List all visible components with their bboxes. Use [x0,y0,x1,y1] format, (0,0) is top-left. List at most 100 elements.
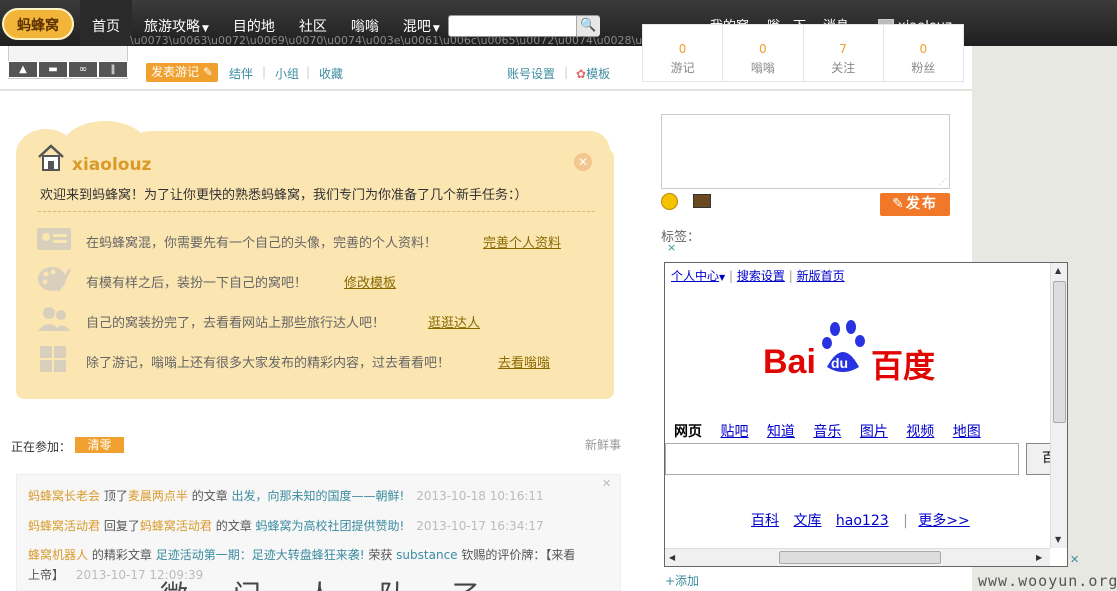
baidu-tabs: 网页 贴吧 知道 音乐 图片 视频 地图 [674,421,995,441]
account-settings-link[interactable]: 账号设置 [507,65,555,82]
add-tag-link[interactable]: +添加 [665,572,699,589]
resize-grip-icon[interactable]: ⋰ [939,177,947,186]
nav-home-label: 首页 [92,19,120,35]
feed-article-link[interactable]: 足迹活动第一期：足迹大转盘蜂狂来袭! [156,548,365,562]
divider: | [262,65,267,79]
more-link[interactable]: 更多>> [918,513,969,529]
bicycle-icon[interactable]: ∞ [68,61,98,78]
fresh-news-link[interactable]: 新鲜事 [585,436,621,453]
image-icon[interactable] [693,194,711,208]
baidu-top-links: 个人中心▼ | 搜索设置 | 新版首页 [671,267,845,284]
travel-mode-icons: ▲ ▬ ∞ ‖ [8,61,128,78]
task-text: 在蚂蜂窝混，你需要先有一个自己的头像，完善的个人资料！ [86,236,438,251]
post-textarea[interactable]: ⋰ [661,114,950,189]
wenku-link[interactable]: 文库 [793,513,821,529]
new-homepage-link[interactable]: 新版首页 [797,269,845,283]
nav-home[interactable]: 首页 [80,0,132,46]
feed-user[interactable]: 蚂蜂窝活动君 [28,519,100,533]
hao123-link[interactable]: hao123 [836,513,889,529]
stat-label: 粉丝 [911,61,936,75]
footprint-icon[interactable]: ‖ [98,61,128,78]
search-icon[interactable]: 🔍 [576,16,600,36]
scroll-thumb[interactable] [779,551,941,564]
close-icon[interactable]: ✕ [1070,553,1079,566]
tab-favorites[interactable]: 收藏 [319,65,343,82]
tab-images[interactable]: 图片 [860,424,888,440]
joining-tag[interactable]: 清零 [75,437,124,453]
tab-web[interactable]: 网页 [674,424,702,440]
task-text: 有模有样之后，装扮一下自己的窝吧！ [86,276,308,291]
baidu-search-input[interactable] [665,443,1019,475]
stat-num: 0 [678,42,687,56]
template-link[interactable]: ✿模板 [576,65,610,82]
joining-label: 正在参加： [11,440,72,454]
baike-link[interactable]: 百科 [751,513,779,529]
tab-zhidao[interactable]: 知道 [767,424,795,440]
main-content: xiaolouz ✕ 欢迎来到蚂蜂窝！为了让你更快的熟悉蚂蜂窝，我们专门为你准备… [0,91,655,591]
feed-user[interactable]: 蚂蜂窝活动君 [140,519,212,533]
feed-time: 2013-10-18 10:16:11 [416,489,544,503]
divider: | [729,269,734,283]
tab-tieba[interactable]: 贴吧 [720,424,748,440]
scroll-right-icon[interactable]: ▶ [1036,553,1042,562]
close-icon[interactable]: × [667,241,676,254]
close-icon[interactable]: ✕ [602,477,611,490]
publish-label: 发布 [905,196,938,212]
stat-label: 嗡嗡 [750,61,775,75]
mountain-icon[interactable]: ▲ [8,61,38,78]
search-settings-link[interactable]: 搜索设置 [737,269,785,283]
welcome-username: xiaolouz [72,155,152,175]
scroll-down-icon[interactable]: ▼ [1055,535,1061,544]
view-wengweng-link[interactable]: 去看嗡嗡 [498,352,550,371]
complete-profile-link[interactable]: 完善个人资料 [483,232,561,251]
nav-community-label: 社区 [298,19,327,35]
personal-center-link[interactable]: 个人中心 [671,269,719,283]
feed-article-link[interactable]: 蚂蜂窝为高校社团提供赞助! [256,519,405,533]
tab-music[interactable]: 音乐 [813,424,841,440]
stats-panel: 0 游记 0 嗡嗡 7 关注 0 粉丝 [642,24,964,82]
tab-map[interactable]: 地图 [953,424,981,440]
feed-award: 钦赐的评价牌：【来看 [461,548,576,562]
scroll-up-icon[interactable]: ▲ [1055,266,1061,275]
emoji-icon[interactable] [661,193,678,210]
feed-action: 上帝】 [28,568,65,582]
feed-user[interactable]: 蜂窝机器人 [28,548,88,562]
divider: | [788,269,793,283]
tab-video[interactable]: 视频 [906,424,934,440]
caret-down-icon: ▼ [202,24,209,34]
pencil-icon: ✎ [892,196,906,212]
scroll-thumb[interactable] [1053,281,1066,423]
list-item: 蜂窝机器人 的精彩文章 足迹活动第一期：足迹大转盘蜂狂来袭! 荣获 substa… [28,546,575,563]
post-button-label: 发表游记 [151,65,200,79]
close-icon[interactable]: ✕ [574,153,592,171]
feed-user[interactable]: 麦晨两点半 [128,489,188,503]
stat-following[interactable]: 7 关注 [804,25,884,81]
vertical-scrollbar[interactable]: ▲ ▼ [1050,263,1067,548]
feed-article-link[interactable]: 出发，向那未知的国度——朝鲜! [232,489,405,503]
publish-button[interactable]: ✎发布 [880,193,950,216]
tab-groups[interactable]: 小组 [275,65,299,82]
modify-template-link[interactable]: 修改模板 [344,272,396,291]
divider [38,211,595,212]
stat-wengweng[interactable]: 0 嗡嗡 [723,25,804,81]
horizontal-scrollbar[interactable]: ◀ ▶ [665,548,1050,566]
post-travelogue-button[interactable]: 发表游记 ✎ [146,63,218,82]
feed-user[interactable]: 蚂蜂窝长老会 [28,489,100,503]
feed-user[interactable]: substance [396,548,457,562]
divider: | [306,65,311,79]
feed-action: 回复了 [103,519,140,533]
palette-icon [38,267,72,292]
scroll-left-icon[interactable]: ◀ [669,553,675,562]
car-icon[interactable]: ▬ [38,61,68,78]
id-card-icon [37,228,71,250]
feed-action: 顶了 [103,489,128,503]
stat-travelogues[interactable]: 0 游记 [643,25,724,81]
site-logo[interactable]: 蚂蜂窝 [2,8,74,40]
tab-partner[interactable]: 结伴 [229,65,253,82]
welcome-intro: 欢迎来到蚂蜂窝！为了让你更快的熟悉蚂蜂窝，我们专门为你准备了几个新手任务：） [40,188,528,203]
stat-fans[interactable]: 0 粉丝 [884,25,963,81]
divider: | [903,513,908,529]
browse-experts-link[interactable]: 逛逛达人 [428,312,480,331]
stat-num: 0 [919,42,928,56]
divider: | [564,65,569,79]
